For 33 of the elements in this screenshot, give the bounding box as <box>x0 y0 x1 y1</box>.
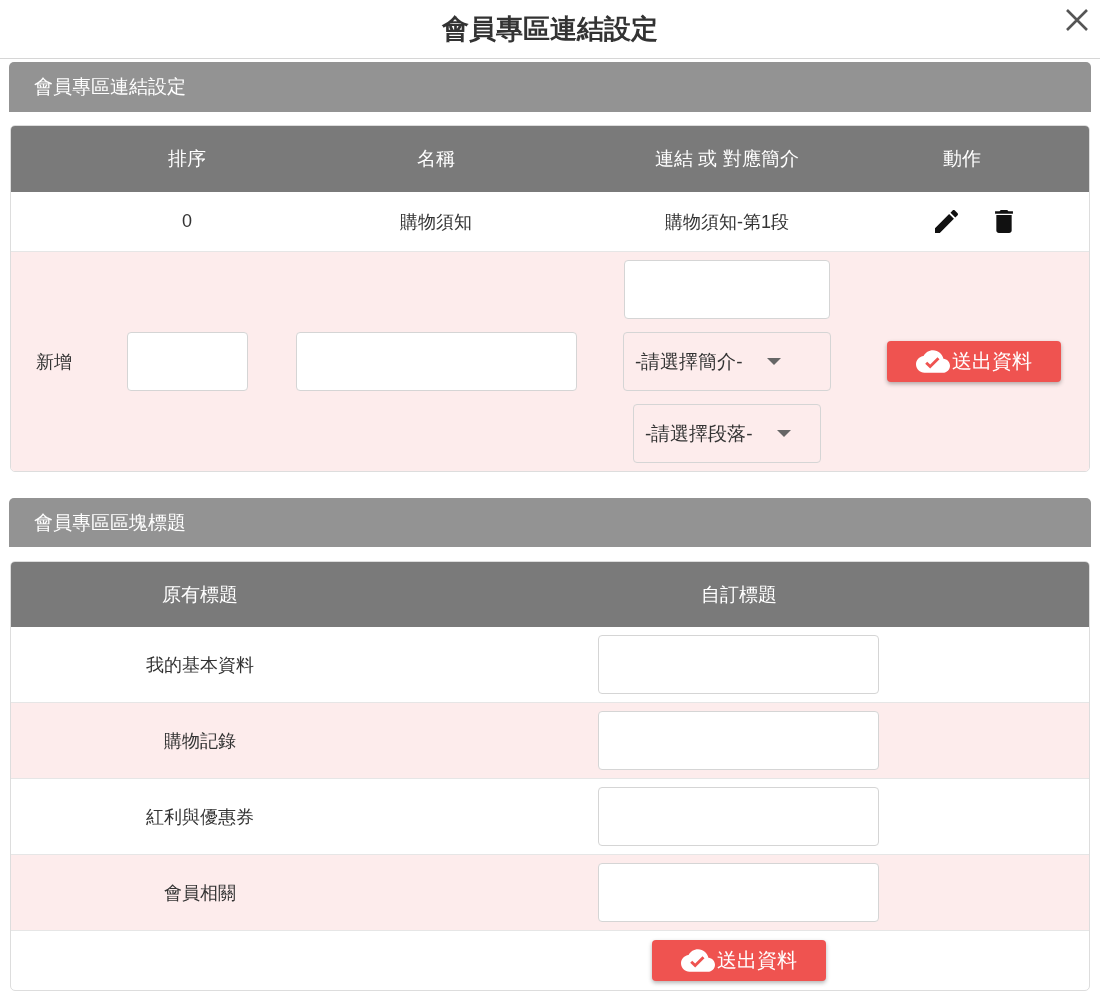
paragraph-select[interactable]: -請選擇段落- <box>633 404 821 463</box>
row-label: 新增 <box>36 350 72 374</box>
custom-title-input[interactable] <box>598 787 879 846</box>
section-header: 會員專區連結設定 <box>9 62 1091 112</box>
column-header: 名稱 <box>417 147 455 171</box>
trash-icon[interactable] <box>995 210 1013 233</box>
column-header: 自訂標題 <box>700 582 777 607</box>
column-header: 動作 <box>943 147 981 171</box>
cloud-check-icon <box>680 949 715 972</box>
custom-title-input[interactable] <box>598 635 879 694</box>
table-cell-text: 會員相關 <box>163 881 236 905</box>
column-header: 連結 或 對應簡介 <box>655 147 799 171</box>
table-cell-text: 紅利與優惠券 <box>145 805 254 829</box>
table-cell-text: 購物記錄 <box>163 729 236 753</box>
dialog-title: 會員專區連結設定 <box>442 13 658 46</box>
caret-icon <box>776 430 791 437</box>
table-cell: 0 <box>182 211 192 232</box>
custom-title-input[interactable] <box>598 711 879 770</box>
pencil-icon[interactable] <box>935 210 958 233</box>
intro-select[interactable]: -請選擇簡介- <box>623 332 831 391</box>
section-header: 會員專區區塊標題 <box>9 498 1091 547</box>
column-header: 原有標題 <box>161 582 238 607</box>
column-header: 排序 <box>168 147 206 171</box>
custom-title-input[interactable] <box>598 863 879 922</box>
close-icon[interactable] <box>1065 8 1089 32</box>
order-input[interactable] <box>126 332 248 391</box>
table-cell-text: 我的基本資料 <box>145 653 254 677</box>
name-input[interactable] <box>295 332 577 391</box>
caret-icon <box>766 358 781 365</box>
table-cell-text: 購物須知 <box>400 210 472 234</box>
table-cell-text: 購物須知-第1段 <box>665 210 789 234</box>
link-input[interactable] <box>624 260 830 319</box>
cloud-check-icon <box>916 350 950 373</box>
